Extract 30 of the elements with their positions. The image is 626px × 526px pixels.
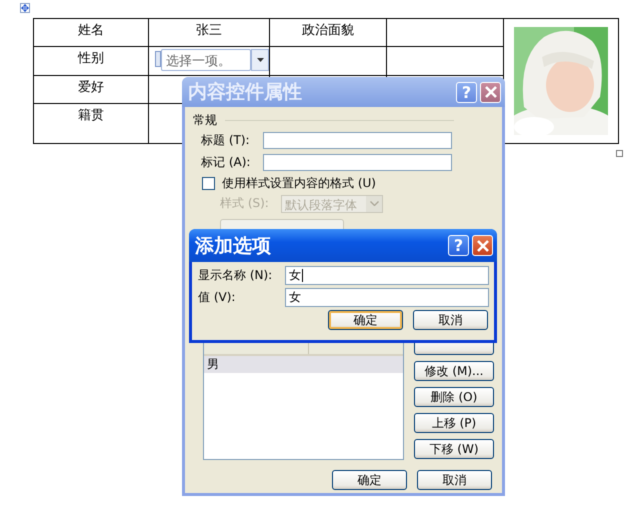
table-cell-text: 籍贯: [78, 107, 104, 124]
close-button[interactable]: [472, 235, 493, 256]
resize-handle[interactable]: [616, 150, 623, 157]
close-icon: [476, 238, 490, 252]
dialog-button[interactable]: 确定: [328, 310, 403, 330]
close-icon: [484, 85, 498, 99]
table-cell-text: 姓名: [78, 22, 104, 39]
table-cell-text: 爱好: [78, 79, 104, 96]
help-button[interactable]: ?: [448, 235, 469, 256]
field-label: 样式 (S):: [220, 195, 270, 212]
field-label: 值 (V):: [198, 289, 236, 306]
input-field[interactable]: 女: [285, 266, 489, 285]
move-handle-icon[interactable]: [20, 3, 30, 13]
table-cell-text: 张三: [196, 22, 222, 39]
field-label: 显示名称 (N):: [198, 267, 274, 284]
dropdown-button[interactable]: [251, 49, 269, 71]
window-title: 添加选项: [195, 234, 272, 258]
dropdown-field[interactable]: 选择一项。: [161, 49, 251, 71]
dialog-button[interactable]: 取消: [413, 310, 488, 330]
chevron-icon: [370, 201, 378, 206]
content-control-tab[interactable]: [155, 51, 161, 67]
caret-icon: [256, 58, 264, 62]
window-title: 内容控件属性: [188, 80, 303, 105]
table-cell-text: 政治面貌: [302, 22, 354, 39]
field-label: 标题 (T):: [201, 132, 251, 149]
field-label: 标记 (A):: [201, 154, 252, 171]
section-label: 常规: [193, 112, 217, 128]
table-cell-text: 性别: [78, 50, 104, 67]
checkbox-label: 使用样式设置内容的格式 (U): [222, 174, 376, 192]
input-field[interactable]: 女: [285, 288, 489, 307]
